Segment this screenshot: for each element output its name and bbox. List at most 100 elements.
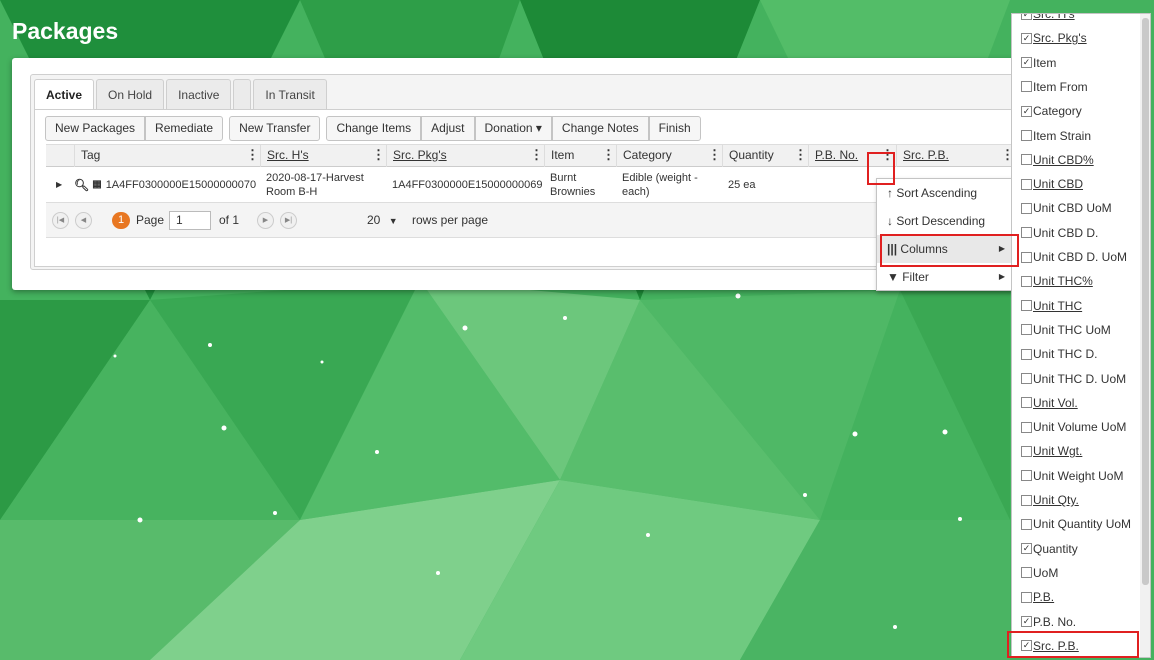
column-toggle-item[interactable]: Unit CBD D. UoM: [1021, 245, 1127, 269]
tab-empty[interactable]: [233, 79, 252, 110]
change-items-button[interactable]: Change Items: [326, 116, 422, 141]
column-checkbox[interactable]: [1021, 397, 1032, 409]
column-checkbox[interactable]: [1021, 640, 1032, 652]
quantity-column-menu-icon[interactable]: ⋮: [794, 145, 807, 167]
column-toggle-item[interactable]: Quantity: [1021, 537, 1078, 561]
column-checkbox[interactable]: [1021, 57, 1032, 69]
donation-dropdown-button[interactable]: Donation ▾: [474, 116, 552, 141]
column-toggle-item[interactable]: Src. Pkg's: [1021, 26, 1087, 50]
first-page-icon[interactable]: |◀: [52, 212, 69, 229]
column-checkbox[interactable]: [1021, 300, 1032, 312]
column-toggle-item[interactable]: Item From: [1021, 75, 1088, 99]
column-header-src-hs[interactable]: Src. H's: [260, 145, 380, 167]
column-toggle-item[interactable]: Unit Wgt.: [1021, 439, 1082, 463]
column-toggle-item[interactable]: Unit Vol.: [1021, 391, 1078, 415]
column-checkbox[interactable]: [1021, 227, 1032, 239]
column-checkbox[interactable]: [1021, 32, 1032, 44]
column-checkbox[interactable]: [1021, 154, 1032, 166]
column-toggle-item[interactable]: Unit THC D.: [1021, 342, 1097, 366]
column-toggle-item[interactable]: Category: [1021, 99, 1082, 123]
src-hs-column-menu-icon[interactable]: ⋮: [372, 145, 385, 167]
column-checkbox[interactable]: [1021, 14, 1032, 20]
new-packages-button[interactable]: New Packages: [45, 116, 146, 141]
column-toggle-item[interactable]: Unit THC UoM: [1021, 318, 1111, 342]
column-toggle-item[interactable]: Unit CBD D.: [1021, 221, 1098, 245]
column-toggle-item[interactable]: Unit Qty.: [1021, 488, 1079, 512]
column-checkbox[interactable]: [1021, 324, 1032, 336]
column-checkbox[interactable]: [1021, 130, 1032, 141]
column-checkbox[interactable]: [1021, 518, 1032, 530]
column-header-pb-no[interactable]: P.B. No.: [808, 145, 888, 167]
column-toggle-item[interactable]: Unit CBD UoM: [1021, 196, 1112, 220]
column-checkbox[interactable]: [1021, 445, 1032, 457]
column-header-src-pkgs[interactable]: Src. Pkg's: [386, 145, 536, 167]
column-checkbox[interactable]: [1021, 470, 1032, 482]
item-column-menu-icon[interactable]: ⋮: [602, 145, 615, 167]
column-checkbox[interactable]: [1021, 81, 1032, 93]
scrollbar-thumb[interactable]: [1142, 18, 1149, 585]
column-checkbox[interactable]: [1021, 373, 1032, 384]
remediate-button[interactable]: Remediate: [145, 116, 224, 141]
finish-button[interactable]: Finish: [648, 116, 701, 141]
column-header-src-pb[interactable]: Src. P.B.: [896, 145, 1016, 167]
column-checkbox[interactable]: [1021, 178, 1032, 190]
previous-page-icon[interactable]: ◀: [75, 212, 92, 229]
column-toggle-item[interactable]: Item Strain: [1021, 124, 1091, 148]
column-toggle-item[interactable]: Unit CBD: [1021, 172, 1083, 196]
column-checkbox[interactable]: [1021, 251, 1032, 263]
column-toggle-item[interactable]: P.B.: [1021, 585, 1054, 609]
sort-descending-menu-item[interactable]: ↓ Sort Descending: [877, 207, 1016, 235]
column-toggle-item[interactable]: Src. P.B.: [1021, 634, 1079, 657]
src-pb-column-menu-icon[interactable]: ⋮: [1001, 145, 1014, 167]
column-toggle-item[interactable]: P.B. No.: [1021, 610, 1076, 634]
pb-no-column-menu-icon[interactable]: ⋮: [881, 145, 894, 167]
column-header-category[interactable]: Category: [616, 145, 716, 167]
column-toggle-item[interactable]: Unit Volume UoM: [1021, 415, 1126, 439]
column-toggle-item[interactable]: Src. H's: [1021, 14, 1075, 26]
column-toggle-item[interactable]: Unit Weight UoM: [1021, 464, 1123, 488]
column-checkbox[interactable]: [1021, 591, 1032, 603]
column-checkbox[interactable]: [1021, 616, 1032, 627]
category-column-menu-icon[interactable]: ⋮: [708, 145, 721, 167]
column-checkbox[interactable]: [1021, 494, 1032, 506]
column-header-tag[interactable]: Tag: [74, 145, 254, 167]
column-toggle-label: Unit CBD: [1033, 177, 1084, 192]
search-icon[interactable]: 🔍︎: [74, 178, 89, 192]
column-toggle-item[interactable]: UoM: [1021, 561, 1058, 585]
column-checkbox[interactable]: [1021, 567, 1032, 579]
tab-active[interactable]: Active: [34, 79, 95, 110]
next-page-icon[interactable]: ▶: [257, 212, 274, 229]
column-header-src-hs-label: Src. H's: [267, 148, 309, 162]
adjust-button[interactable]: Adjust: [421, 116, 475, 141]
column-checkbox[interactable]: [1021, 105, 1032, 117]
tab-inactive[interactable]: Inactive: [166, 79, 232, 110]
column-checkbox[interactable]: [1021, 275, 1032, 287]
column-header-quantity[interactable]: Quantity: [722, 145, 802, 167]
tab-on-hold[interactable]: On Hold: [96, 79, 165, 110]
column-checkbox[interactable]: [1021, 348, 1032, 360]
sort-ascending-menu-item[interactable]: ↑ Sort Ascending: [877, 179, 1016, 207]
column-checkbox[interactable]: [1021, 421, 1032, 433]
column-toggle-label: Unit CBD%: [1033, 152, 1094, 167]
change-notes-button[interactable]: Change Notes: [551, 116, 649, 141]
last-page-icon[interactable]: ▶|: [280, 212, 297, 229]
filter-menu-item[interactable]: ▼ Filter ▶: [877, 263, 1016, 291]
columns-menu-item[interactable]: ||| Columns ▶: [877, 235, 1016, 263]
barcode-icon[interactable]: ▦: [92, 178, 101, 192]
page-number-input[interactable]: 1: [169, 211, 211, 230]
tag-column-menu-icon[interactable]: ⋮: [246, 145, 259, 167]
expand-row-icon[interactable]: ▶: [50, 167, 70, 203]
column-checkbox[interactable]: [1021, 202, 1032, 214]
rows-per-page-select[interactable]: 20 ▼: [367, 211, 409, 230]
column-toggle-item[interactable]: Unit THC D. UoM: [1021, 367, 1126, 391]
column-checkbox[interactable]: [1021, 543, 1032, 555]
new-transfer-button[interactable]: New Transfer: [229, 116, 321, 141]
tab-in-transit[interactable]: In Transit: [253, 79, 327, 110]
column-toggle-item[interactable]: Unit CBD%: [1021, 148, 1094, 172]
column-toggle-item[interactable]: Unit THC%: [1021, 269, 1093, 293]
src-pkgs-column-menu-icon[interactable]: ⋮: [530, 145, 543, 167]
column-toggle-item[interactable]: Item: [1021, 51, 1056, 75]
column-toggle-item[interactable]: Unit THC: [1021, 294, 1082, 318]
current-page-badge[interactable]: 1: [112, 212, 130, 229]
column-toggle-item[interactable]: Unit Quantity UoM: [1021, 512, 1131, 536]
